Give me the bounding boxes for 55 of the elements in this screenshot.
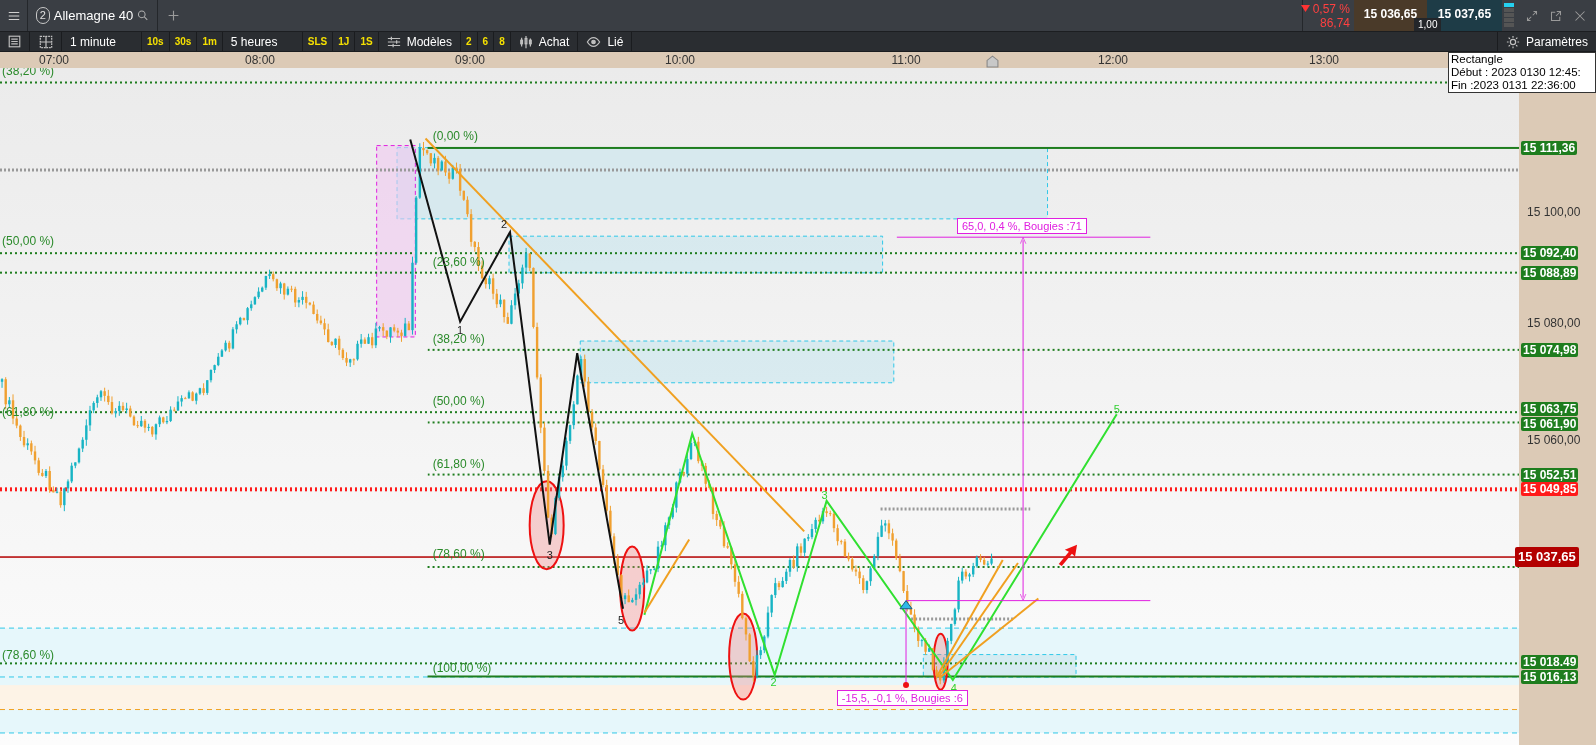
tooltip-line: Fin :2023 0131 22:36:00 bbox=[1451, 79, 1577, 92]
price-label: 15 018.49 bbox=[1521, 655, 1579, 670]
toolbar-menu-button[interactable]: Modèles bbox=[378, 32, 461, 51]
time-label: 07:00 bbox=[39, 52, 69, 68]
price-label: 15 052,51 bbox=[1521, 467, 1579, 482]
fibonacci-label: (50,00 %) bbox=[2, 234, 55, 249]
fibonacci-label: (0,00 %) bbox=[432, 128, 478, 143]
price-label: 15 111,36 bbox=[1521, 140, 1578, 155]
timeframe-dropdown[interactable]: 1 minute bbox=[62, 32, 142, 51]
toolbar-menu-button[interactable]: Lié bbox=[578, 32, 633, 51]
wave-number: 5 bbox=[617, 613, 625, 626]
change-points: 86,74 bbox=[1319, 15, 1350, 30]
wave-number: 2 bbox=[500, 218, 508, 231]
preset-button[interactable]: SLS bbox=[302, 32, 334, 51]
price-label: 15 061,90 bbox=[1521, 417, 1579, 432]
price-label: 15 016,13 bbox=[1521, 670, 1579, 685]
price-tick: 15 080,00 bbox=[1527, 315, 1581, 332]
preset-button[interactable]: 1m bbox=[197, 32, 223, 51]
fibonacci-label: (50,00 %) bbox=[432, 394, 485, 409]
preset-button[interactable]: 30s bbox=[169, 32, 198, 51]
time-label: 11:00 bbox=[891, 52, 921, 68]
wave-number: 3 bbox=[821, 488, 828, 501]
price-tick: 15 060,00 bbox=[1527, 432, 1581, 449]
measure-label: -15,5, -0,1 %, Bougies :6 bbox=[836, 690, 968, 707]
preset-button[interactable]: 1S bbox=[355, 32, 379, 51]
wave-number: 2 bbox=[770, 676, 777, 689]
tooltip-line: Début : 2023 0130 12:45: bbox=[1451, 66, 1582, 79]
price-label: 15 063,75 bbox=[1521, 402, 1579, 417]
settings-button[interactable]: Paramètres bbox=[1496, 32, 1596, 51]
tooltip-title: Rectangle bbox=[1451, 53, 1504, 66]
time-label: 09:00 bbox=[455, 52, 485, 68]
time-label: 10:00 bbox=[665, 52, 695, 68]
preset-button[interactable]: 6 bbox=[477, 32, 495, 51]
timeframe-dropdown[interactable]: 5 heures bbox=[222, 32, 303, 51]
price-label: 15 092,40 bbox=[1521, 246, 1579, 261]
time-label: 12:00 bbox=[1098, 52, 1128, 68]
fibonacci-label: (61,80 %) bbox=[432, 457, 485, 472]
tab-label: Allemagne 40 bbox=[53, 6, 134, 25]
time-label: 08:00 bbox=[245, 52, 275, 68]
preset-button[interactable]: 10s bbox=[142, 32, 170, 51]
preset-button[interactable]: 8 bbox=[494, 32, 511, 51]
preset-button[interactable]: 1J bbox=[333, 32, 356, 51]
time-label: 13:00 bbox=[1309, 52, 1339, 68]
price-label: 15 074,98 bbox=[1521, 342, 1579, 357]
price-tick: 15 100,00 bbox=[1527, 204, 1581, 221]
fibonacci-label: (100,00 %) bbox=[432, 660, 492, 675]
price-label: 15 049,85 bbox=[1521, 482, 1579, 497]
price-label: 15 088,89 bbox=[1521, 265, 1579, 280]
toolbar-menu-button[interactable]: Achat bbox=[510, 32, 579, 51]
wave-number: 5 bbox=[1113, 403, 1120, 416]
price-label: 15 037,65 bbox=[1515, 547, 1579, 568]
fibonacci-label: (78,60 %) bbox=[2, 647, 55, 662]
spread-badge: 1,00 bbox=[1414, 18, 1442, 31]
preset-button[interactable]: 2 bbox=[461, 32, 478, 51]
change-percent: 0,57 % bbox=[1312, 1, 1350, 16]
